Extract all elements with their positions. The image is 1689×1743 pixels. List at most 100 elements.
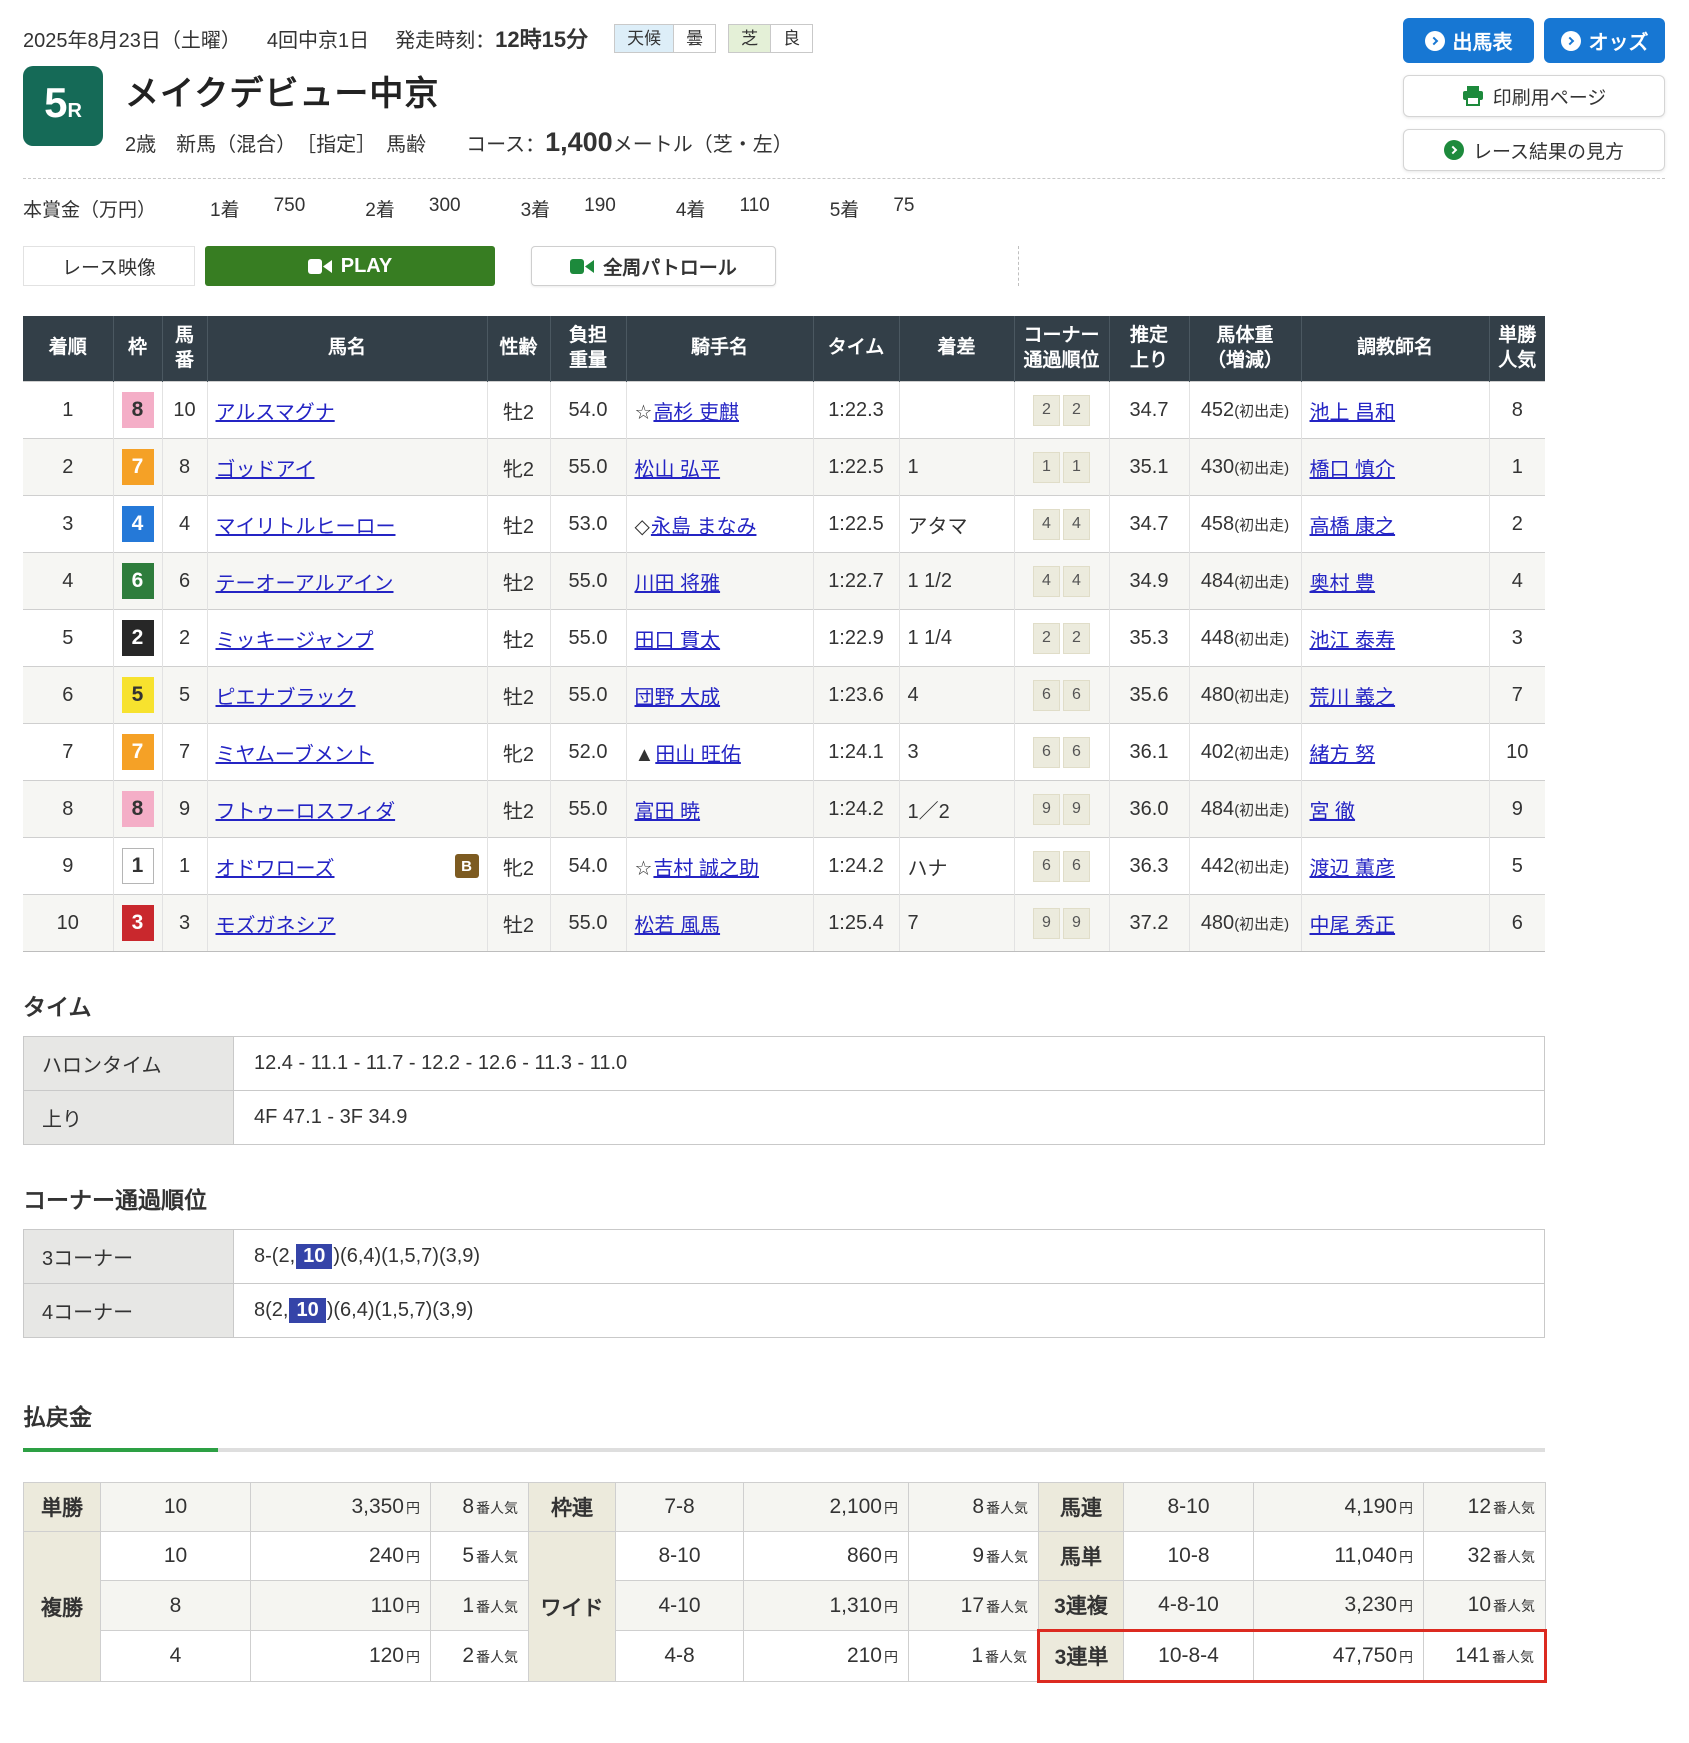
patrol-video-button[interactable]: 全周パトロール bbox=[531, 246, 776, 286]
trainer-name-link[interactable]: 宮 徹 bbox=[1310, 801, 1356, 823]
horse-weight-value: 442 bbox=[1201, 855, 1234, 877]
turf-label: 芝 bbox=[728, 24, 771, 53]
horse-name-link[interactable]: マイリトルヒーロー bbox=[216, 510, 396, 539]
cell-horse-weight: 448(初出走) bbox=[1189, 610, 1301, 667]
jockey-name-link[interactable]: 川田 将雅 bbox=[635, 573, 721, 595]
cell-jockey: 富田 暁 bbox=[626, 781, 813, 838]
horse-name-link[interactable]: ミヤムーブメント bbox=[216, 738, 374, 767]
prize-label: 本賞金（万円） bbox=[23, 195, 156, 222]
horse-name-link[interactable]: モズガネシア bbox=[216, 909, 336, 938]
payout-row: 単勝103,350円8番人気枠連7-82,100円8番人気馬連8-104,190… bbox=[24, 1483, 1546, 1532]
prize-item: 3着190 bbox=[521, 195, 616, 222]
horse-weight-note: (初出走) bbox=[1234, 859, 1289, 876]
time-row-value: 12.4 - 11.1 - 11.7 - 12.2 - 12.6 - 11.3 … bbox=[234, 1037, 1545, 1091]
horse-name-wrap: マイリトルヒーロー bbox=[216, 510, 479, 539]
trainer-name-link[interactable]: 中尾 秀正 bbox=[1310, 915, 1396, 937]
corner-order-boxes: 66 bbox=[1023, 680, 1101, 711]
results-column-header: 推定上り bbox=[1109, 316, 1189, 382]
trainer-name-link[interactable]: 荒川 義之 bbox=[1310, 687, 1396, 709]
cell-carried-weight: 55.0 bbox=[550, 610, 626, 667]
trainer-name-link[interactable]: 高橋 康之 bbox=[1310, 516, 1396, 538]
jockey-name-link[interactable]: 永島 まなみ bbox=[651, 516, 757, 538]
horse-name-link[interactable]: オドワローズ bbox=[216, 852, 335, 881]
horse-name-link[interactable]: アルスマグナ bbox=[216, 396, 335, 425]
cell-sex-age: 牡2 bbox=[487, 610, 550, 667]
time-row-label: ハロンタイム bbox=[24, 1037, 234, 1091]
horse-name-wrap: ミヤムーブメント bbox=[216, 738, 479, 767]
result-guide-button[interactable]: レース結果の見方 bbox=[1403, 129, 1665, 171]
corner-row: 4コーナー8(2,10)(6,4)(1,5,7)(3,9) bbox=[24, 1284, 1545, 1338]
jockey-name-link[interactable]: 松若 風馬 bbox=[635, 915, 721, 937]
trainer-name-link[interactable]: 渡辺 薫彦 bbox=[1310, 858, 1396, 880]
jockey-name-link[interactable]: 田口 貫太 bbox=[635, 630, 721, 652]
payout-amount: 210円 bbox=[744, 1631, 909, 1682]
corner-order-boxes: 99 bbox=[1023, 908, 1101, 939]
trainer-name-link[interactable]: 橋口 慎介 bbox=[1310, 459, 1396, 481]
cell-finish-position: 5 bbox=[23, 610, 113, 667]
result-row: 278ゴッドアイ牝255.0松山 弘平1:22.511135.1430(初出走)… bbox=[23, 439, 1545, 496]
trainer-name-link[interactable]: 奥村 豊 bbox=[1310, 573, 1376, 595]
payout-popularity: 9番人気 bbox=[909, 1532, 1039, 1581]
time-row: 上り4F 47.1 - 3F 34.9 bbox=[24, 1091, 1545, 1145]
race-result-page: 出馬表 オッズ 印刷用ページ レース結果の見方 2025年8月23日（土曜） 4… bbox=[0, 0, 1689, 1743]
jockey-name-link[interactable]: 松山 弘平 bbox=[635, 459, 721, 481]
trainer-name-link[interactable]: 池上 昌和 bbox=[1310, 402, 1396, 424]
horse-name-link[interactable]: テーオーアルアイン bbox=[216, 567, 394, 596]
horse-weight-note: (初出走) bbox=[1234, 574, 1289, 591]
play-button[interactable]: PLAY bbox=[205, 246, 495, 286]
prize-place: 4着 bbox=[676, 195, 706, 222]
jockey-name-link[interactable]: 団野 大成 bbox=[635, 687, 721, 709]
start-time-wrap: 発走時刻：12時15分 bbox=[395, 22, 588, 54]
payout-popularity-value: 8 bbox=[462, 1495, 474, 1518]
odds-button[interactable]: オッズ bbox=[1544, 18, 1665, 63]
corner-position-box: 6 bbox=[1033, 851, 1060, 882]
print-page-button[interactable]: 印刷用ページ bbox=[1403, 75, 1665, 117]
print-page-label: 印刷用ページ bbox=[1493, 83, 1607, 110]
horse-name-wrap: テーオーアルアイン bbox=[216, 567, 479, 596]
corner-position-box: 6 bbox=[1033, 737, 1060, 768]
payout-popularity-value: 17 bbox=[961, 1594, 984, 1617]
cell-jockey: 川田 将雅 bbox=[626, 553, 813, 610]
cell-margin: 3 bbox=[899, 724, 1014, 781]
trainer-name-link[interactable]: 緒方 努 bbox=[1310, 744, 1376, 766]
course-suffix: メートル（芝・左） bbox=[613, 128, 793, 157]
payout-popularity-value: 12 bbox=[1468, 1495, 1491, 1518]
frame-number-badge: 8 bbox=[122, 392, 154, 428]
highlighted-horse-number: 10 bbox=[296, 1244, 332, 1269]
corner-order-boxes: 66 bbox=[1023, 737, 1101, 768]
horse-name-link[interactable]: ピエナブラック bbox=[216, 681, 356, 710]
cell-corner-order: 44 bbox=[1014, 496, 1109, 553]
cell-horse-name: ミッキージャンプ bbox=[207, 610, 487, 667]
frame-number-badge: 3 bbox=[122, 905, 154, 941]
jockey-name-link[interactable]: 吉村 誠之助 bbox=[653, 858, 759, 880]
payout-combination: 8-10 bbox=[1124, 1483, 1254, 1532]
cell-frame: 3 bbox=[113, 895, 162, 952]
payout-amount-value: 120 bbox=[369, 1644, 404, 1667]
prize-amount: 300 bbox=[429, 195, 461, 222]
cell-win-popularity: 2 bbox=[1489, 496, 1545, 553]
shutuba-button[interactable]: 出馬表 bbox=[1403, 18, 1534, 63]
popularity-suffix: 番人気 bbox=[986, 1549, 1028, 1565]
jockey-name-link[interactable]: 田山 旺佑 bbox=[655, 744, 741, 766]
payout-amount-value: 3,350 bbox=[351, 1495, 404, 1518]
payout-popularity-value: 32 bbox=[1468, 1544, 1491, 1567]
video-camera-icon bbox=[570, 259, 594, 274]
horse-name-link[interactable]: ミッキージャンプ bbox=[216, 624, 374, 653]
jockey-name-link[interactable]: 富田 暁 bbox=[635, 801, 701, 823]
cell-margin: 4 bbox=[899, 667, 1014, 724]
horse-weight-note: (初出走) bbox=[1234, 631, 1289, 648]
cell-trainer: 宮 徹 bbox=[1301, 781, 1489, 838]
cell-trainer: 荒川 義之 bbox=[1301, 667, 1489, 724]
time-row: ハロンタイム12.4 - 11.1 - 11.7 - 12.2 - 12.6 -… bbox=[24, 1037, 1545, 1091]
dashed-divider bbox=[1018, 246, 1019, 286]
cell-time: 1:22.9 bbox=[813, 610, 899, 667]
cell-frame: 6 bbox=[113, 553, 162, 610]
jockey-name-link[interactable]: 高杉 吏麒 bbox=[653, 402, 739, 424]
weather-value: 曇 bbox=[674, 24, 716, 53]
horse-name-link[interactable]: フトゥーロスフィダ bbox=[216, 795, 396, 824]
corner-order-table: 3コーナー8-(2,10)(6,4)(1,5,7)(3,9)4コーナー8(2,1… bbox=[23, 1229, 1545, 1338]
horse-weight-value: 484 bbox=[1201, 570, 1234, 592]
cell-sex-age: 牡2 bbox=[487, 667, 550, 724]
trainer-name-link[interactable]: 池江 泰寿 bbox=[1310, 630, 1396, 652]
horse-name-link[interactable]: ゴッドアイ bbox=[216, 453, 315, 482]
